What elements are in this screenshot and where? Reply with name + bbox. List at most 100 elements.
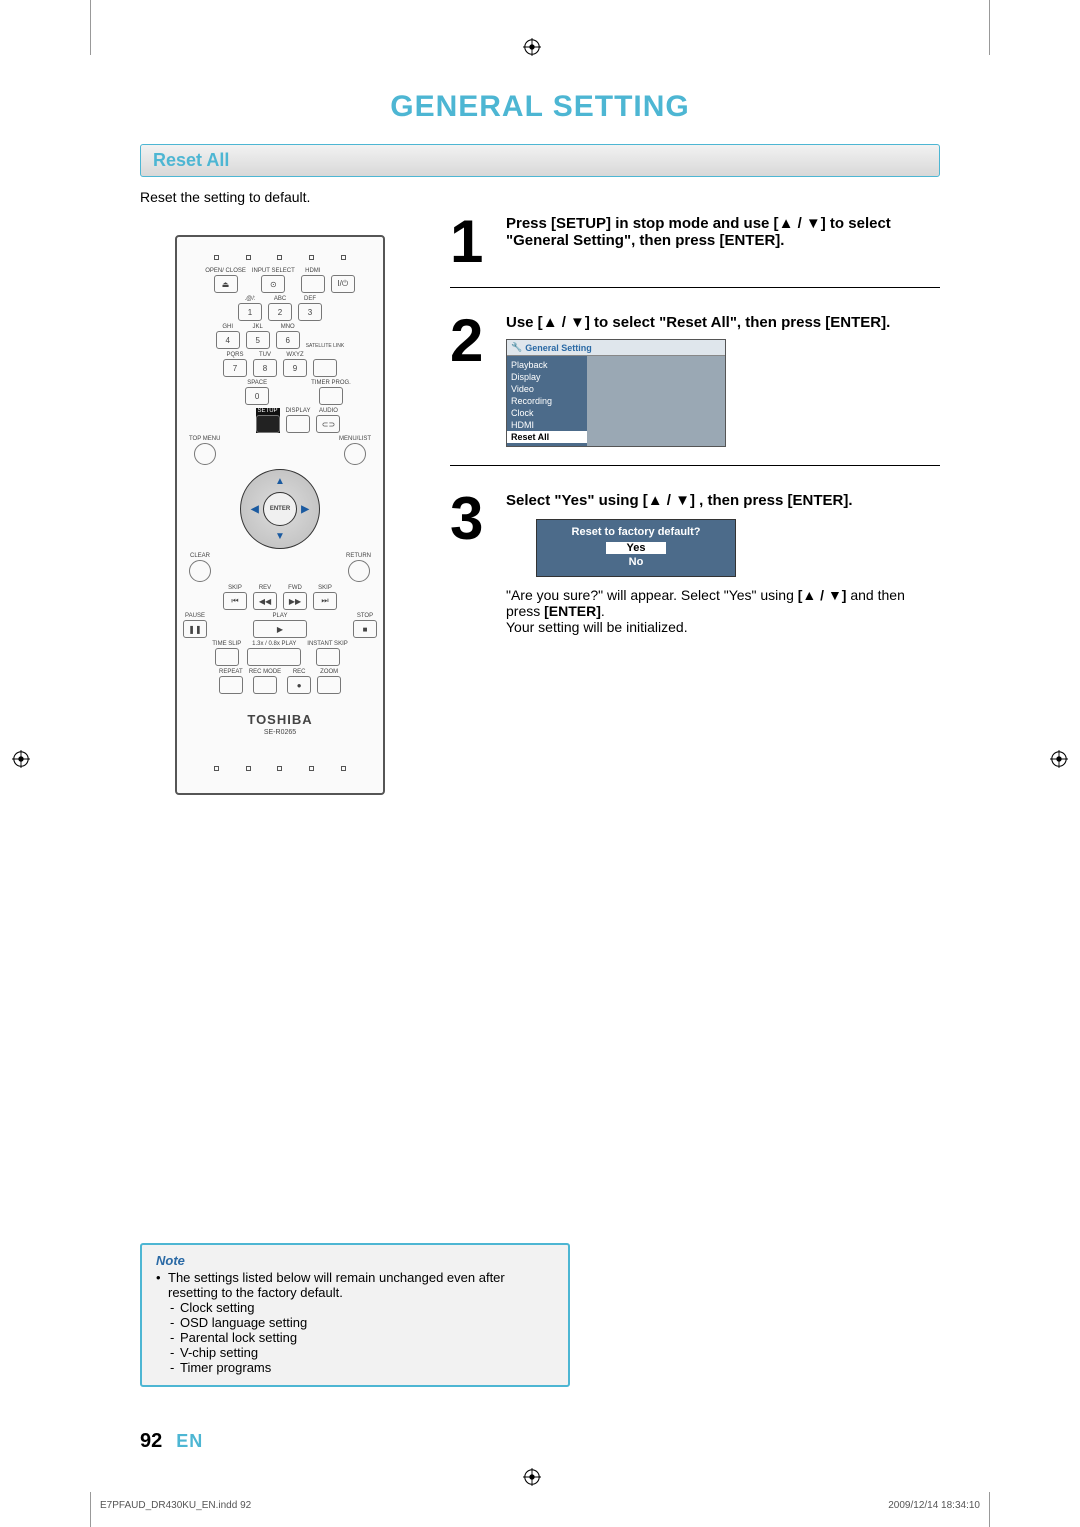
num-3-button: 3 (298, 303, 322, 321)
arrow-symbols: ▲ / ▼ (543, 314, 585, 331)
dialog-option-yes: Yes (606, 542, 666, 554)
satellite-link-button (313, 359, 337, 377)
rec-button: ● (287, 676, 311, 694)
step-subtext: Your setting will be initialized. (506, 619, 688, 635)
top-menu-button (194, 443, 216, 465)
input-select-button: ⊙ (261, 275, 285, 293)
enter-keyword: [ENTER] (544, 603, 601, 619)
btn-label: TOP MENU (189, 436, 220, 442)
time-slip-button (215, 648, 239, 666)
dialog-option-no: No (606, 556, 666, 568)
note-item: Timer programs (156, 1360, 554, 1375)
audio-button: ⊂⊃ (316, 415, 340, 433)
note-title: Note (156, 1253, 554, 1268)
osd-menu-item: HDMI (511, 419, 583, 431)
timer-prog-button (319, 387, 343, 405)
step-text: ] to select "Reset All", then press [ENT… (585, 314, 890, 331)
btn-label: CLEAR (190, 553, 210, 559)
footer-file: E7PFAUD_DR430KU_EN.indd 92 (100, 1500, 251, 1511)
btn-label: ZOOM (320, 669, 338, 675)
fwd-button: ▶▶ (283, 592, 307, 610)
btn-label: REC (293, 669, 306, 675)
arrow-symbols: ▲ / ▼ (648, 492, 690, 509)
btn-label: SETUP (258, 408, 278, 414)
step-subtext: . (601, 603, 605, 619)
btn-label: AUDIO (319, 408, 338, 414)
note-item: Parental lock setting (156, 1330, 554, 1345)
hdmi-button (301, 275, 325, 293)
rev-button: ◀◀ (253, 592, 277, 610)
osd-menu-item: Recording (511, 395, 583, 407)
step-3: 3 Select "Yes" using [▲ / ▼] , then pres… (450, 492, 940, 653)
crop-mark (90, 0, 91, 55)
crop-mark (989, 0, 990, 55)
num-4-button: 4 (216, 331, 240, 349)
step-1: 1 Press [SETUP] in stop mode and use [▲ … (450, 215, 940, 288)
osd-menu-item: Display (511, 371, 583, 383)
btn-label: TUV (259, 352, 271, 358)
btn-label: PQRS (226, 352, 243, 358)
pause-button: ❚❚ (183, 620, 207, 638)
note-item: Clock setting (156, 1300, 554, 1315)
osd-menu-item: Video (511, 383, 583, 395)
btn-label: MNO (281, 324, 295, 330)
num-1-button: 1 (238, 303, 262, 321)
registration-mark-icon (12, 750, 30, 768)
btn-label: WXYZ (286, 352, 303, 358)
step-number: 1 (450, 215, 506, 269)
speed-play-button (247, 648, 301, 666)
btn-label: JKL (253, 324, 263, 330)
up-arrow-icon: ▲ (275, 476, 285, 487)
dpad: ENTER ▲ ▼ ◀ ▶ (240, 469, 320, 549)
btn-label: MENU/LIST (339, 436, 371, 442)
btn-label: SKIP (228, 585, 242, 591)
btn-label: INPUT SELECT (252, 268, 295, 274)
footer-timestamp: 2009/12/14 18:34:10 (888, 1500, 980, 1511)
btn-label: REC MODE (249, 669, 281, 675)
print-footer-meta: E7PFAUD_DR430KU_EN.indd 92 2009/12/14 18… (100, 1500, 980, 1511)
step-text: ] , then press [ENTER]. (690, 492, 853, 509)
step-2: 2 Use [▲ / ▼] to select "Reset All", the… (450, 314, 940, 466)
down-arrow-icon: ▼ (275, 531, 285, 542)
osd-menu-item: Playback (511, 359, 583, 371)
left-arrow-icon: ◀ (251, 504, 259, 515)
return-button (348, 560, 370, 582)
btn-label: TIME SLIP (212, 641, 241, 647)
display-button (286, 415, 310, 433)
open-close-button: ⏏ (214, 275, 238, 293)
btn-label: .@/: (244, 296, 255, 302)
wrench-icon: 🔧 (511, 342, 522, 353)
power-button: I/⏻ (331, 275, 355, 293)
crop-mark (90, 1492, 91, 1527)
right-arrow-icon: ▶ (301, 504, 309, 515)
step-number: 3 (450, 492, 506, 635)
num-9-button: 9 (283, 359, 307, 377)
registration-mark-icon (1050, 750, 1068, 768)
stop-button: ■ (353, 620, 377, 638)
btn-label: FWD (288, 585, 302, 591)
note-item: V-chip setting (156, 1345, 554, 1360)
num-8-button: 8 (253, 359, 277, 377)
btn-label: INSTANT SKIP (307, 641, 347, 647)
crop-mark (989, 1492, 990, 1527)
step-text: Select "Yes" using [ (506, 492, 648, 509)
step-text: Use [ (506, 314, 543, 331)
skip-fwd-button: ⏭ (313, 592, 337, 610)
page-number: 92 (140, 1430, 162, 1453)
btn-label: STOP (357, 613, 373, 619)
brand-logo: TOSHIBA (183, 712, 377, 727)
note-item: OSD language setting (156, 1315, 554, 1330)
num-6-button: 6 (276, 331, 300, 349)
repeat-button (219, 676, 243, 694)
osd-menu-item: Reset All (507, 431, 587, 443)
btn-label: PAUSE (185, 613, 205, 619)
zoom-button (317, 676, 341, 694)
clear-button (189, 560, 211, 582)
rec-mode-button (253, 676, 277, 694)
btn-label: DEF (304, 296, 316, 302)
skip-back-button: ⏮ (223, 592, 247, 610)
setup-button (256, 415, 280, 433)
btn-label: SATELLITE LINK (306, 343, 345, 349)
arrow-symbols: ▲ / ▼ (779, 215, 821, 232)
btn-label: TIMER PROG. (311, 380, 351, 386)
